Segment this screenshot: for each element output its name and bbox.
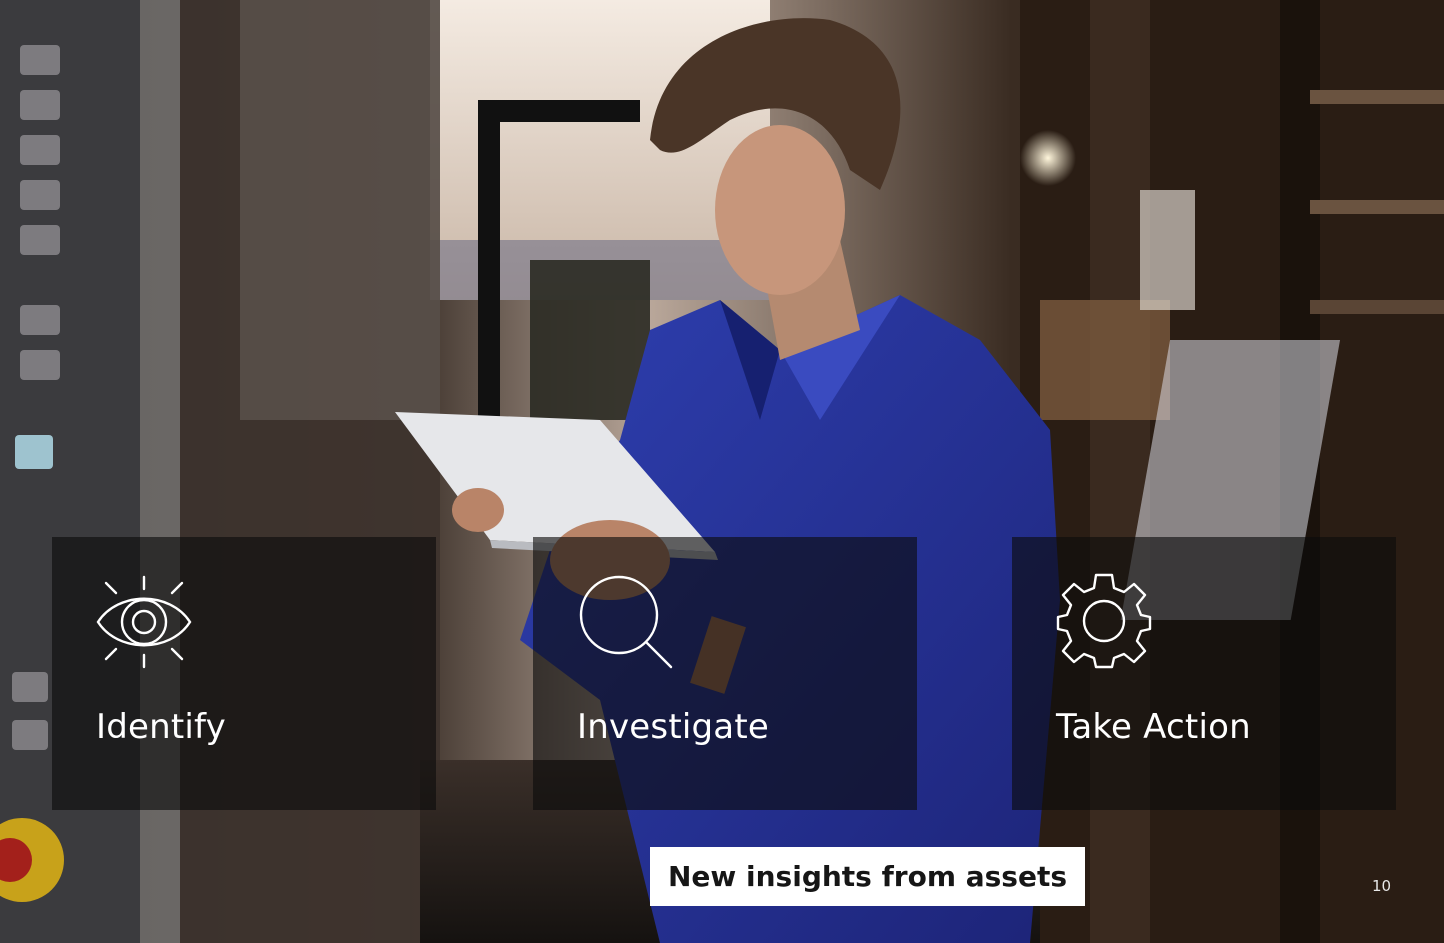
eye-icon [96,575,192,669]
caption-banner: New insights from assets [650,847,1085,906]
identify-label: Identify [96,707,226,747]
gear-icon [1056,573,1152,669]
investigate-label: Investigate [577,707,769,747]
take-action-card: Take Action [1012,537,1396,810]
magnifier-icon [579,575,673,669]
identify-card: Identify [52,537,436,810]
take-action-label: Take Action [1056,707,1251,747]
page-number: 10 [1372,877,1392,895]
investigate-card: Investigate [533,537,917,810]
